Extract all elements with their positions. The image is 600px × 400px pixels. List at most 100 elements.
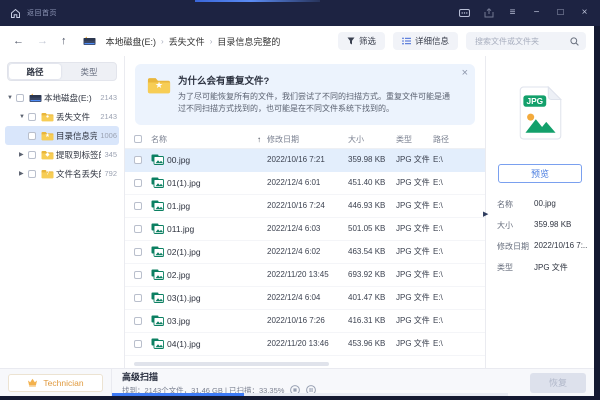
file-name: 01(1).jpg	[167, 178, 257, 188]
tree-item[interactable]: ▼	[5, 88, 119, 107]
file-date: 2022/10/16 7:26	[267, 316, 348, 325]
table-row[interactable]: 01(1).jpg 2022/12/4 6:01 451.40 KB JPG 文…	[125, 172, 485, 195]
drive-icon	[83, 36, 96, 46]
image-file-icon	[151, 200, 164, 211]
row-checkbox[interactable]	[134, 179, 142, 187]
app-window: ← → ↑ 本地磁盘(E:) › 丢失文件 › 目录信息完整的	[0, 26, 594, 396]
notice-close-icon[interactable]: ×	[462, 67, 468, 79]
details-view-button[interactable]: 详细信息	[393, 32, 458, 50]
file-type: JPG 文件	[396, 246, 433, 257]
file-date: 2022/10/16 7:24	[267, 201, 348, 210]
share-icon[interactable]	[483, 8, 494, 18]
tab-path[interactable]: 路径	[9, 64, 61, 79]
footer: Technician 高级扫描 找到：2143个文件，31.46 GB | 已扫…	[0, 368, 594, 396]
tree-item-count: 345	[104, 150, 117, 159]
search-box	[466, 32, 586, 50]
table-header: 名称 ↑ 修改日期 大小 类型 路径	[125, 131, 485, 149]
nav-forward-icon[interactable]: →	[37, 35, 48, 47]
expander-icon[interactable]: ▶	[19, 170, 28, 177]
detail-label: 修改日期	[497, 241, 534, 252]
nav-up-icon[interactable]: ↑	[61, 35, 67, 47]
row-checkbox[interactable]	[134, 340, 142, 348]
collapse-panel-icon[interactable]: ▶	[483, 211, 488, 218]
tree-checkbox[interactable]	[28, 170, 36, 178]
tree-checkbox[interactable]	[28, 151, 36, 159]
tree-checkbox[interactable]	[28, 132, 36, 140]
column-header-size[interactable]: 大小	[348, 134, 396, 145]
expander-icon[interactable]: ▼	[7, 95, 16, 101]
file-type: JPG 文件	[396, 315, 433, 326]
sort-ascending-icon[interactable]: ↑	[257, 135, 267, 144]
star-icon: ★	[147, 76, 171, 95]
row-checkbox[interactable]	[134, 248, 142, 256]
file-size: 451.40 KB	[348, 178, 396, 187]
select-all-checkbox[interactable]	[134, 135, 142, 143]
file-size: 359.98 KB	[348, 155, 396, 164]
maximize-icon[interactable]: □	[555, 8, 566, 18]
close-icon[interactable]: ×	[579, 8, 590, 18]
file-type: JPG 文件	[396, 223, 433, 234]
table-row[interactable]: 03.jpg 2022/10/16 7:26 416.31 KB JPG 文件 …	[125, 310, 485, 333]
tree-checkbox[interactable]	[28, 113, 36, 121]
row-checkbox[interactable]	[134, 156, 142, 164]
folder-badge: ◆	[41, 151, 54, 160]
minimize-icon[interactable]: −	[531, 8, 542, 18]
back-home-button[interactable]: 返回首页	[10, 8, 57, 19]
horizontal-scrollbar[interactable]	[134, 362, 329, 366]
file-path: E:\	[433, 155, 485, 164]
nav-back-icon[interactable]: ←	[13, 35, 24, 47]
table-row[interactable]: 02.jpg 2022/11/20 13:45 693.92 KB JPG 文件…	[125, 264, 485, 287]
file-path: E:\	[433, 339, 485, 348]
column-header-path[interactable]: 路径	[433, 134, 485, 145]
tree-item-count: 1006	[100, 131, 117, 140]
table-row[interactable]: 02(1).jpg 2022/12/4 6:02 463.54 KB JPG 文…	[125, 241, 485, 264]
recover-button[interactable]: 恢复	[530, 373, 586, 393]
row-checkbox[interactable]	[134, 317, 142, 325]
tree-item-label: 提取到标签的	[56, 149, 101, 161]
breadcrumb-item[interactable]: 本地磁盘(E:)	[101, 35, 157, 48]
expander-icon[interactable]: ▼	[19, 114, 28, 120]
table-row[interactable]: 01.jpg 2022/10/16 7:24 446.93 KB JPG 文件 …	[125, 195, 485, 218]
tree-item-count: 2143	[100, 112, 117, 121]
search-input[interactable]	[473, 36, 570, 47]
menu-icon[interactable]: ≡	[507, 8, 518, 18]
breadcrumb-item[interactable]: › 目录信息完整的	[210, 35, 281, 48]
folder-badge: ★	[41, 132, 54, 141]
crown-icon	[27, 378, 38, 387]
file-path: E:\	[433, 178, 485, 187]
table-row[interactable]: 011.jpg 2022/12/4 6:03 501.05 KB JPG 文件 …	[125, 218, 485, 241]
file-type: JPG 文件	[396, 292, 433, 303]
column-header-type[interactable]: 类型	[396, 134, 433, 145]
expander-icon[interactable]: ▶	[19, 151, 28, 158]
tree-item-label: 文件名丢失的	[56, 168, 101, 180]
tree-item[interactable]: ▼	[5, 107, 119, 126]
row-checkbox[interactable]	[134, 294, 142, 302]
tree-item[interactable]: ★ 目录信息完整的 1006	[5, 126, 119, 145]
row-checkbox[interactable]	[134, 225, 142, 233]
row-checkbox[interactable]	[134, 271, 142, 279]
feedback-icon[interactable]	[459, 9, 470, 18]
filter-button[interactable]: 筛选	[338, 32, 385, 50]
technician-license-button[interactable]: Technician	[8, 374, 103, 392]
tree-item-label: 本地磁盘(E:)	[44, 92, 97, 104]
tab-type[interactable]: 类型	[63, 64, 115, 79]
file-path: E:\	[433, 224, 485, 233]
tree-item[interactable]: ▶	[5, 164, 119, 183]
breadcrumb-item[interactable]: › 丢失文件	[161, 35, 205, 48]
tree-checkbox[interactable]	[16, 94, 24, 102]
file-type: JPG 文件	[396, 154, 433, 165]
file-date: 2022/12/4 6:03	[267, 224, 348, 233]
preview-button[interactable]: 预览	[498, 164, 582, 183]
file-path: E:\	[433, 247, 485, 256]
column-header-date[interactable]: 修改日期	[267, 134, 348, 145]
table-row[interactable]: 03(1).jpg 2022/12/4 6:04 401.47 KB JPG 文…	[125, 287, 485, 310]
search-icon[interactable]	[570, 37, 579, 46]
image-file-icon	[151, 246, 164, 257]
detail-value: 00.jpg	[534, 199, 588, 210]
row-checkbox[interactable]	[134, 202, 142, 210]
table-row[interactable]: 00.jpg 2022/10/16 7:21 359.98 KB JPG 文件 …	[125, 149, 485, 172]
column-header-name[interactable]: 名称	[151, 134, 257, 145]
tree-item[interactable]: ▶	[5, 145, 119, 164]
list-view-icon	[402, 37, 411, 45]
table-row[interactable]: 04(1).jpg 2022/11/20 13:46 453.96 KB JPG…	[125, 333, 485, 356]
